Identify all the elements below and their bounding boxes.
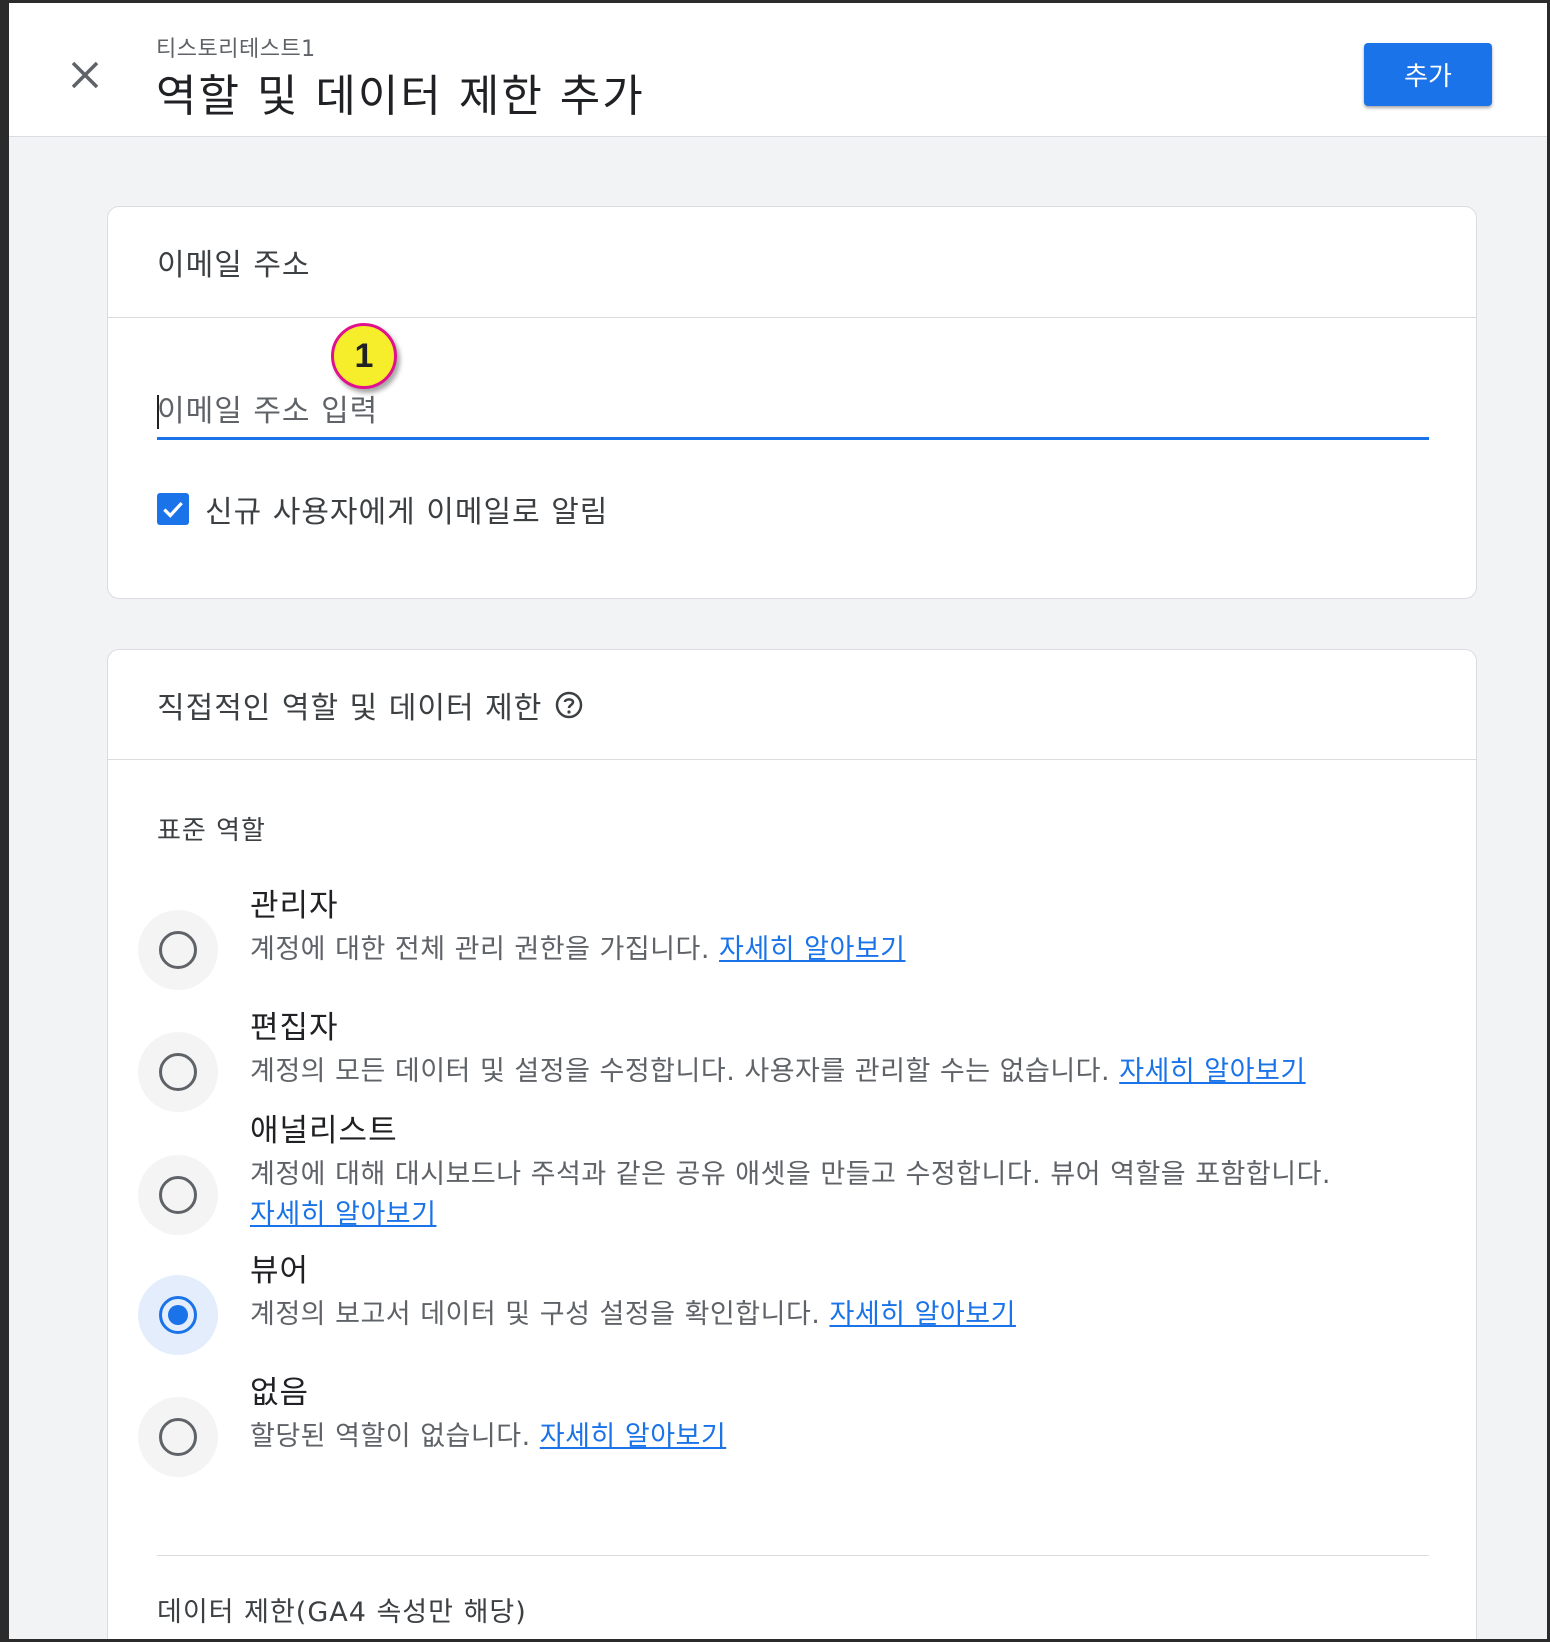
- radio-none[interactable]: [138, 1397, 218, 1477]
- role-name: 뷰어: [250, 1253, 310, 1289]
- role-name: 애널리스트: [250, 1113, 398, 1149]
- role-description: 계정의 모든 데이터 및 설정을 수정합니다. 사용자를 관리할 수는 없습니다…: [250, 1052, 1460, 1092]
- learn-more-link[interactable]: 자세히 알아보기: [719, 934, 905, 965]
- role-description: 계정에 대한 전체 관리 권한을 가집니다. 자세히 알아보기: [250, 930, 1460, 970]
- role-desc-text: 계정의 보고서 데이터 및 구성 설정을 확인합니다.: [250, 1299, 821, 1330]
- text-caret: [157, 395, 159, 429]
- role-desc-text: 계정의 모든 데이터 및 설정을 수정합니다. 사용자를 관리할 수는 없습니다…: [250, 1056, 1111, 1087]
- learn-more-link[interactable]: 자세히 알아보기: [1119, 1056, 1305, 1087]
- role-name: 편집자: [250, 1010, 339, 1046]
- notify-checkbox[interactable]: [157, 493, 189, 525]
- learn-more-link[interactable]: 자세히 알아보기: [540, 1421, 726, 1452]
- radio-circle: [159, 931, 197, 969]
- roles-card: 직접적인 역할 및 데이터 제한 표준 역할 관리자 계정에 대한 전체 관리 …: [107, 649, 1477, 1639]
- role-option-analyst[interactable]: 애널리스트 계정에 대해 대시보드나 주석과 같은 공유 애셋을 만들고 수정합…: [138, 1105, 1458, 1235]
- learn-more-link[interactable]: 자세히 알아보기: [829, 1299, 1015, 1330]
- section-divider: [157, 1555, 1429, 1556]
- radio-circle: [159, 1418, 197, 1456]
- help-icon[interactable]: [554, 690, 584, 720]
- radio-analyst[interactable]: [138, 1155, 218, 1235]
- dialog-header: 티스토리테스트1 역할 및 데이터 제한 추가 추가: [9, 3, 1547, 137]
- radio-admin[interactable]: [138, 910, 218, 990]
- step-number-badge: 1: [331, 323, 397, 389]
- role-description: 계정의 보고서 데이터 및 구성 설정을 확인합니다. 자세히 알아보기: [250, 1295, 1460, 1335]
- role-desc-text: 할당된 역할이 없습니다.: [250, 1421, 531, 1452]
- roles-card-heading: 직접적인 역할 및 데이터 제한: [108, 650, 1476, 760]
- checkmark-icon: [163, 501, 183, 518]
- email-card: 이메일 주소 신규 사용자에게 이메일로 알림: [107, 206, 1477, 599]
- email-card-heading: 이메일 주소: [108, 207, 1476, 318]
- role-name: 없음: [250, 1375, 310, 1411]
- radio-viewer[interactable]: [138, 1275, 218, 1355]
- roles-heading-text: 직접적인 역할 및 데이터 제한: [157, 690, 543, 726]
- page-title: 역할 및 데이터 제한 추가: [156, 71, 645, 122]
- dialog-frame: 티스토리테스트1 역할 및 데이터 제한 추가 추가 이메일 주소 신규 사용자…: [0, 0, 1550, 1642]
- role-option-none[interactable]: 없음 할당된 역할이 없습니다. 자세히 알아보기: [138, 1367, 1458, 1477]
- role-desc-text: 계정에 대해 대시보드나 주석과 같은 공유 애셋을 만들고 수정합니다. 뷰어…: [250, 1159, 1331, 1190]
- radio-circle: [159, 1053, 197, 1091]
- close-icon: [71, 61, 99, 89]
- role-description: 할당된 역할이 없습니다. 자세히 알아보기: [250, 1417, 1460, 1457]
- data-limit-label: 데이터 제한(GA4 속성만 해당): [157, 1597, 527, 1628]
- role-desc-text: 계정에 대한 전체 관리 권한을 가집니다.: [250, 934, 710, 965]
- email-field-wrapper: [157, 377, 1429, 440]
- email-input[interactable]: [157, 377, 1429, 437]
- close-button[interactable]: [63, 53, 107, 97]
- radio-circle: [159, 1176, 197, 1214]
- role-option-editor[interactable]: 편집자 계정의 모든 데이터 및 설정을 수정합니다. 사용자를 관리할 수는 …: [138, 1002, 1458, 1112]
- notify-option: 신규 사용자에게 이메일로 알림: [157, 487, 608, 531]
- notify-label: 신규 사용자에게 이메일로 알림: [205, 495, 609, 530]
- property-name: 티스토리테스트1: [156, 37, 316, 62]
- role-description: 계정에 대해 대시보드나 주석과 같은 공유 애셋을 만들고 수정합니다. 뷰어…: [250, 1155, 1460, 1235]
- add-button[interactable]: 추가: [1364, 43, 1492, 106]
- radio-editor[interactable]: [138, 1032, 218, 1112]
- radio-circle-checked: [159, 1296, 197, 1334]
- role-option-viewer[interactable]: 뷰어 계정의 보고서 데이터 및 구성 설정을 확인합니다. 자세히 알아보기: [138, 1245, 1458, 1355]
- role-name: 관리자: [250, 888, 339, 924]
- standard-roles-label: 표준 역할: [157, 816, 266, 846]
- role-option-admin[interactable]: 관리자 계정에 대한 전체 관리 권한을 가집니다. 자세히 알아보기: [138, 880, 1458, 990]
- learn-more-link[interactable]: 자세히 알아보기: [250, 1199, 436, 1230]
